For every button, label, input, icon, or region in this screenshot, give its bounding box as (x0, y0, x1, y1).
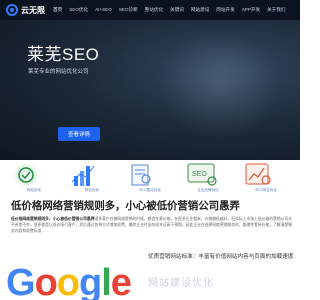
menu-item-website-dev[interactable]: 网站开发 (216, 7, 234, 13)
article-caption[interactable]: 优质营销网站标准：丰富有价值网站内容与页面的加载速度 (148, 253, 298, 261)
trend-chart-icon (245, 163, 271, 185)
hero-background-art (160, 30, 280, 140)
menu-item-app-dev[interactable]: APP开发 (242, 7, 260, 13)
menu-item-keywords[interactable]: 关键词 (170, 7, 184, 13)
site-logo[interactable]: 云无限 (6, 4, 45, 16)
google-logo-image: Google (6, 262, 132, 300)
feature-label: SEO排名优化 (255, 188, 277, 192)
menu-item-home[interactable]: 首页 (53, 7, 62, 13)
hero-banner: 莱芜SEO 莱芜专业的网站优化公司 查看详情 (0, 20, 300, 160)
website-optimization-icon (15, 164, 37, 186)
menu-item-website-build[interactable]: 网站建设 (191, 7, 209, 13)
hero-subtitle: 莱芜专业的网站优化公司 (28, 69, 89, 75)
main-menu: 首页 SEO优化 AI+SEO SEO诊断 整站优化 关键词 网站建设 网站开发… (53, 7, 285, 13)
feature-brand-optimization[interactable]: SEO 企业品牌优化 (182, 160, 234, 198)
logo-icon (6, 4, 18, 16)
view-details-button[interactable]: 查看详情 (58, 127, 100, 141)
menu-item-site-optimization[interactable]: 整站优化 (145, 7, 163, 13)
hero-title: 莱芜SEO (27, 45, 100, 64)
feature-seo-ranking[interactable]: SEO排名优化 (240, 160, 292, 198)
document-search-icon (131, 164, 151, 186)
menu-item-seo[interactable]: SEO优化 (69, 7, 88, 13)
bar-chart-icon (71, 165, 95, 186)
svg-text:SEO: SEO (192, 171, 207, 178)
menu-item-about[interactable]: 关于我们 (267, 7, 285, 13)
article-title[interactable]: 低价格网络营销规则多，小心被低价营销公司愚弄 (11, 198, 296, 213)
feature-seo-site-optimization[interactable]: SEO整站优化 (124, 160, 176, 198)
feature-ranking-optimization[interactable]: 排名优化 (66, 160, 118, 198)
article-body: 低价格网络营销规则多，小心被低价营销公司愚弄很多客户在做网络营销的时候，都会在意… (11, 216, 293, 234)
menu-item-ai-seo[interactable]: AI+SEO (95, 7, 112, 13)
menu-item-seo-diagnosis[interactable]: SEO诊断 (119, 7, 138, 13)
article-body-lead: 低价格网络营销规则多，小心被低价营销公司愚弄 (11, 217, 95, 221)
feature-icons-row: 网站优化 排名优化 SEO整站优化 SEO 企业品牌优化 SEO排名优化 (0, 160, 300, 198)
image-watermark: 网站建设优化 (148, 278, 214, 289)
logo-text: 云无限 (21, 5, 45, 15)
feature-website-optimization[interactable]: 网站优化 (8, 160, 60, 198)
top-nav: 云无限 首页 SEO优化 AI+SEO SEO诊断 整站优化 关键词 网站建设 … (0, 0, 300, 20)
feature-label: 网站优化 (26, 188, 42, 192)
feature-label: 排名优化 (84, 188, 100, 192)
feature-label: 企业品牌优化 (197, 188, 219, 192)
feature-label: SEO整站优化 (139, 188, 161, 192)
seo-gear-icon: SEO (187, 163, 217, 186)
